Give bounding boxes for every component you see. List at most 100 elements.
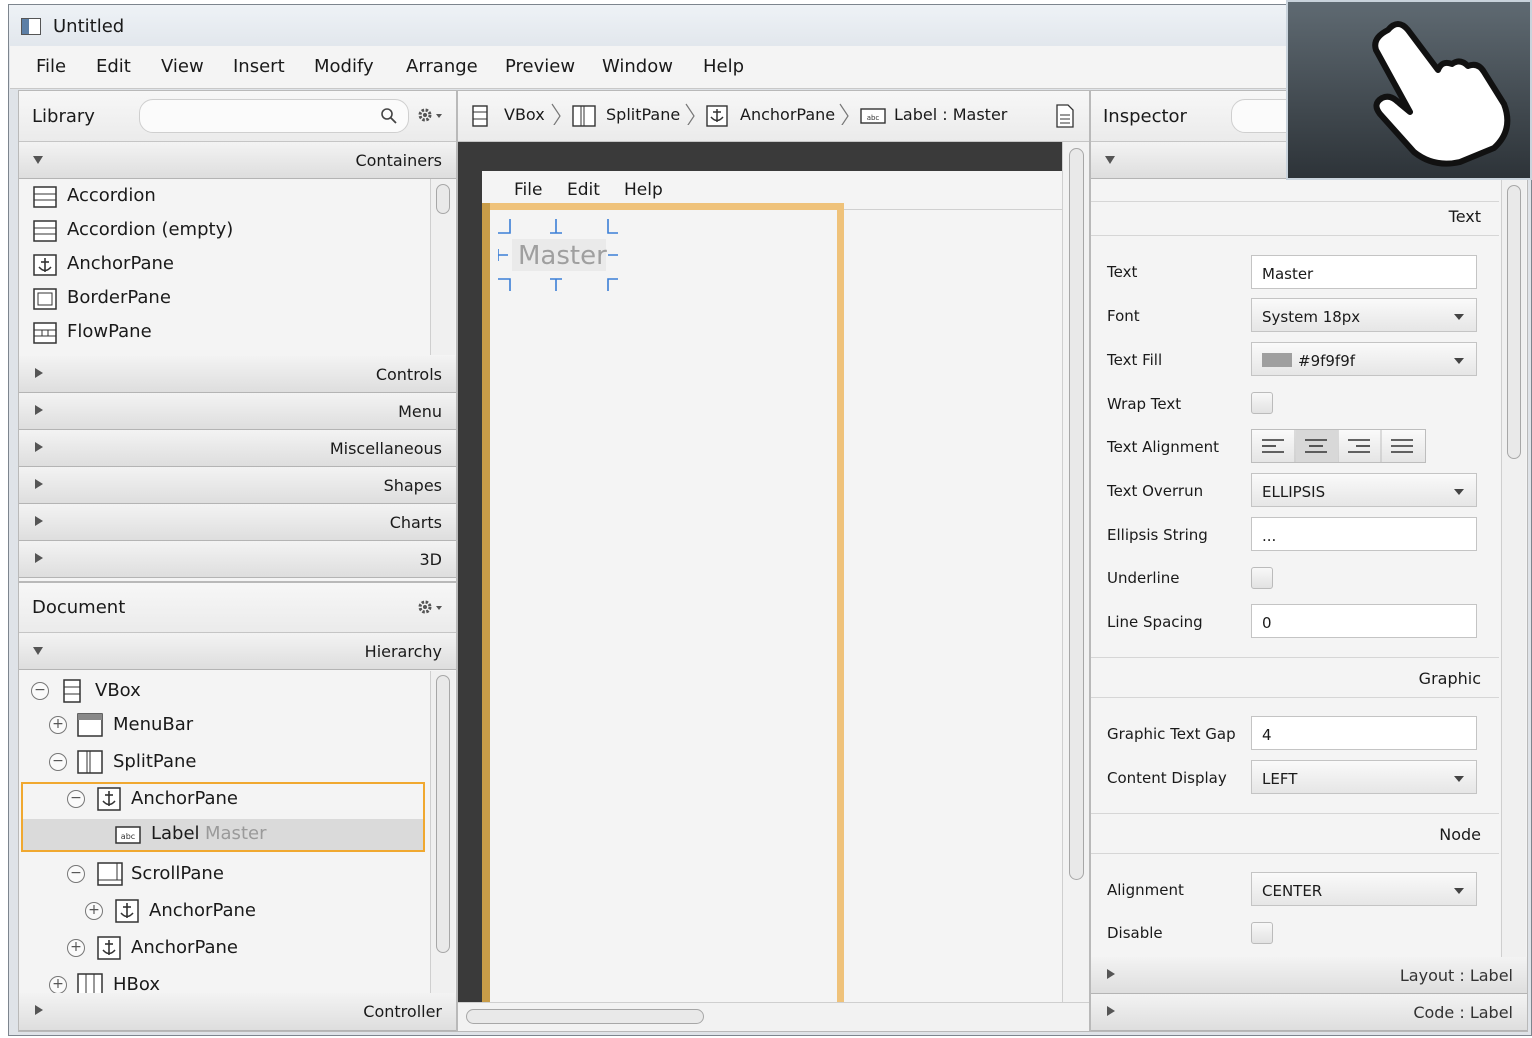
tree-item-menubar[interactable]: + MenuBar: [19, 711, 429, 741]
library-search-input[interactable]: [139, 99, 409, 133]
tree-item-label-master[interactable]: abc Label Master: [23, 819, 423, 850]
ellipsis-string-field[interactable]: ...: [1251, 517, 1477, 551]
3d-section-header[interactable]: 3D: [19, 541, 456, 578]
line-spacing-field[interactable]: 0: [1251, 604, 1477, 638]
menu-arrange[interactable]: Arrange: [406, 56, 478, 77]
color-swatch: [1262, 353, 1292, 367]
graphic-text-gap-field[interactable]: 4: [1251, 716, 1477, 750]
expand-toggle-icon[interactable]: +: [49, 716, 67, 734]
canvas-horizontal-scrollbar[interactable]: [458, 1002, 1089, 1031]
code-section-header[interactable]: Code : Label: [1091, 994, 1527, 1031]
align-justify-icon[interactable]: [1391, 438, 1415, 454]
hierarchy-scroll-thumb[interactable]: [436, 675, 450, 953]
layout-label: Layout : Label: [1399, 966, 1513, 985]
underline-checkbox[interactable]: [1251, 567, 1273, 589]
containers-section-header[interactable]: Containers: [19, 142, 456, 179]
menu-view[interactable]: View: [161, 56, 204, 77]
layout-section-header[interactable]: Layout : Label: [1091, 957, 1527, 994]
text-alignment-group: [1251, 429, 1426, 463]
collapse-toggle-icon[interactable]: −: [67, 790, 85, 808]
expand-toggle-icon[interactable]: +: [85, 902, 103, 920]
design-surface[interactable]: File Edit Help Master: [482, 171, 1062, 1002]
content-display-dropdown[interactable]: LEFT: [1251, 760, 1477, 794]
preview-menu-file[interactable]: File: [514, 180, 542, 200]
document-header: Document: [19, 583, 456, 633]
vbox-icon: [63, 679, 81, 703]
tree-item-splitpane[interactable]: − SplitPane: [19, 748, 429, 778]
tree-item-anchorpane-child[interactable]: + AnchorPane: [19, 897, 429, 927]
svg-text:abc: abc: [121, 832, 135, 841]
hierarchy-section-header[interactable]: Hierarchy: [19, 633, 456, 670]
controller-section-header[interactable]: Controller: [19, 993, 456, 1031]
text-fill-dropdown[interactable]: #9f9f9f: [1251, 342, 1477, 376]
expand-toggle-icon[interactable]: +: [67, 939, 85, 957]
text-overrun-dropdown[interactable]: ELLIPSIS: [1251, 473, 1477, 507]
hierarchy-scrollbar[interactable]: [430, 671, 455, 993]
graphic-section-title: Graphic: [1418, 669, 1481, 688]
dropdown-arrow-icon: [1454, 314, 1464, 320]
canvas-vertical-scrollbar[interactable]: [1062, 142, 1089, 1002]
inspector-title: Inspector: [1103, 106, 1187, 127]
tree-item-scrollpane[interactable]: − ScrollPane: [19, 860, 429, 890]
align-center-icon[interactable]: [1305, 438, 1329, 454]
selected-label[interactable]: Master: [498, 217, 618, 291]
inspector-scrollbar[interactable]: [1501, 179, 1526, 957]
menu-window[interactable]: Window: [602, 56, 673, 77]
menu-insert[interactable]: Insert: [233, 56, 285, 77]
expand-arrow-icon: [35, 368, 43, 378]
wrap-text-checkbox[interactable]: [1251, 392, 1273, 414]
menu-edit[interactable]: Edit: [96, 56, 131, 77]
library-item-flowpane[interactable]: FlowPane: [33, 321, 423, 347]
svg-text:abc: abc: [867, 114, 880, 122]
library-list: Accordion Accordion (empty) AnchorPane B…: [19, 179, 429, 355]
tree-item-anchorpane-second[interactable]: + AnchorPane: [19, 934, 429, 964]
splitpane-icon: [572, 105, 596, 127]
canvas-hscroll-thumb[interactable]: [466, 1009, 704, 1024]
collapse-toggle-icon[interactable]: −: [49, 753, 67, 771]
document-title: Document: [32, 597, 126, 618]
preview-menu-edit[interactable]: Edit: [567, 180, 600, 200]
document-panel: Document Hierarchy − VBox + MenuBar − Sp…: [18, 582, 457, 1032]
text-field[interactable]: Master: [1251, 255, 1477, 289]
collapse-toggle-icon[interactable]: −: [31, 682, 49, 700]
expand-toggle-icon[interactable]: +: [49, 976, 67, 993]
gear-icon[interactable]: [417, 598, 445, 616]
tree-item-hbox[interactable]: + HBox: [19, 971, 429, 993]
menu-section-header[interactable]: Menu: [19, 393, 456, 430]
shapes-section-header[interactable]: Shapes: [19, 467, 456, 504]
document-icon[interactable]: [1055, 104, 1075, 128]
alignment-dropdown[interactable]: CENTER: [1251, 872, 1477, 906]
expand-arrow-icon: [1107, 969, 1115, 979]
tree-item-anchorpane-selected[interactable]: − AnchorPane: [19, 785, 429, 815]
collapse-toggle-icon[interactable]: −: [67, 865, 85, 883]
align-right-icon[interactable]: [1348, 438, 1372, 454]
library-item-accordion[interactable]: Accordion: [33, 185, 423, 211]
label-icon: abc: [115, 826, 141, 844]
disable-checkbox[interactable]: [1251, 922, 1273, 944]
misc-section-header[interactable]: Miscellaneous: [19, 430, 456, 467]
menu-help[interactable]: Help: [703, 56, 744, 77]
inspector-scroll-thumb[interactable]: [1507, 185, 1521, 459]
menu-preview[interactable]: Preview: [505, 56, 575, 77]
alignment-label: Alignment: [1107, 881, 1184, 899]
library-item-anchorpane[interactable]: AnchorPane: [33, 253, 423, 279]
library-scrollbar[interactable]: [430, 179, 455, 355]
code-label: Code : Label: [1413, 1003, 1513, 1022]
dropdown-arrow-icon: [1454, 776, 1464, 782]
tree-item-vbox[interactable]: − VBox: [19, 677, 429, 707]
library-item-borderpane[interactable]: BorderPane: [33, 287, 423, 313]
node-section-title: Node: [1439, 825, 1481, 844]
library-item-accordion-empty[interactable]: Accordion (empty): [33, 219, 423, 245]
gear-icon[interactable]: [417, 106, 445, 124]
charts-section-header[interactable]: Charts: [19, 504, 456, 541]
canvas-vscroll-thumb[interactable]: [1069, 148, 1084, 880]
library-scroll-thumb[interactable]: [436, 184, 450, 214]
anchorpane-highlight[interactable]: [482, 203, 844, 1002]
align-left-icon[interactable]: [1262, 438, 1286, 454]
menu-modify[interactable]: Modify: [314, 56, 374, 77]
menu-file[interactable]: File: [36, 56, 66, 77]
preview-menu-help[interactable]: Help: [624, 180, 663, 200]
font-dropdown[interactable]: System 18px: [1251, 298, 1477, 332]
controls-section-header[interactable]: Controls: [19, 356, 456, 393]
dropdown-arrow-icon: [1454, 489, 1464, 495]
